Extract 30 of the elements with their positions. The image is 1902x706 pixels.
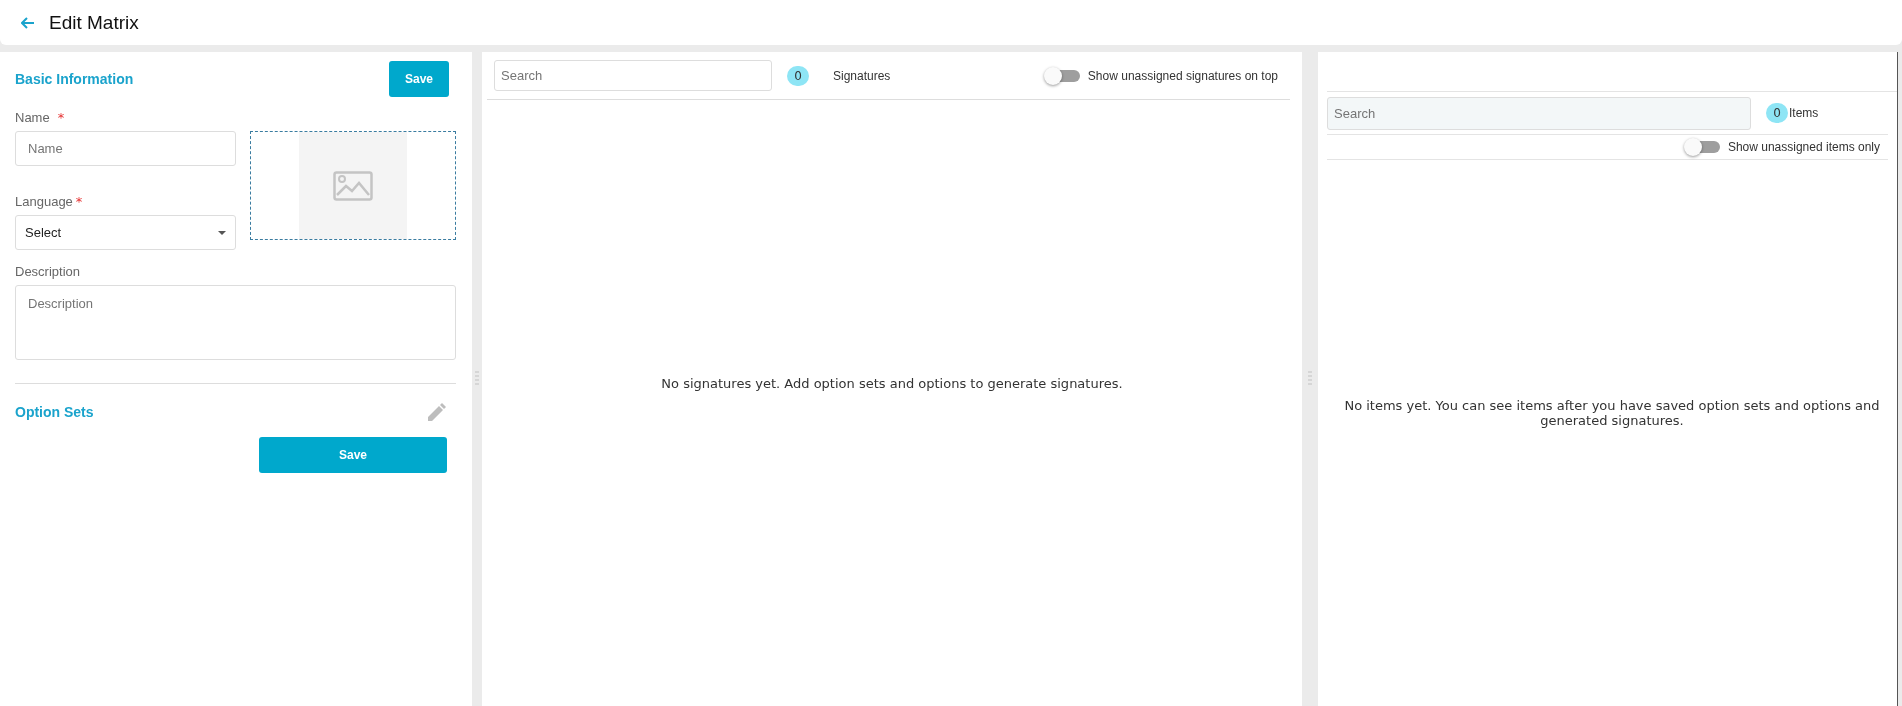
- count-badge: 0: [1766, 103, 1788, 123]
- toggle-label: Show unassigned signatures on top: [1087, 68, 1278, 83]
- save-button[interactable]: Save: [259, 437, 447, 473]
- section-heading: Option Sets: [15, 404, 94, 420]
- count-label: Signatures: [833, 68, 891, 83]
- field-label: Language: [15, 193, 73, 209]
- count-badge: 0: [787, 65, 809, 86]
- required-mark: *: [75, 193, 83, 209]
- description-field[interactable]: Description: [15, 285, 456, 360]
- empty-message: No signatures yet. Add option sets and options to generate signatures.: [661, 375, 1123, 391]
- pencil-icon[interactable]: [428, 403, 446, 421]
- count-label: Items: [1789, 106, 1819, 120]
- page-title: Edit Matrix: [49, 11, 139, 34]
- toggle-switch[interactable]: [1045, 69, 1080, 82]
- toggle-label: Show unassigned items only: [1727, 140, 1880, 154]
- search-field[interactable]: Search: [1327, 96, 1751, 130]
- required-mark: *: [57, 109, 65, 125]
- field-label: Name: [15, 109, 50, 125]
- name-field[interactable]: Name: [15, 131, 236, 166]
- caret-icon: [218, 230, 226, 235]
- image-icon: [333, 170, 373, 201]
- field-label: Description: [15, 264, 82, 279]
- empty-message: No items yet. You can see items after you have saved option sets and options and generated signatures.: [1343, 398, 1881, 428]
- image-dropzone[interactable]: [250, 131, 456, 240]
- search-field[interactable]: Search: [494, 60, 772, 91]
- save-button[interactable]: Save: [389, 61, 449, 97]
- back-arrow-icon[interactable]: [21, 16, 35, 29]
- language-dropdown[interactable]: Select: [15, 215, 236, 250]
- toggle-switch[interactable]: [1685, 141, 1720, 153]
- section-heading: Basic Information: [15, 71, 134, 87]
